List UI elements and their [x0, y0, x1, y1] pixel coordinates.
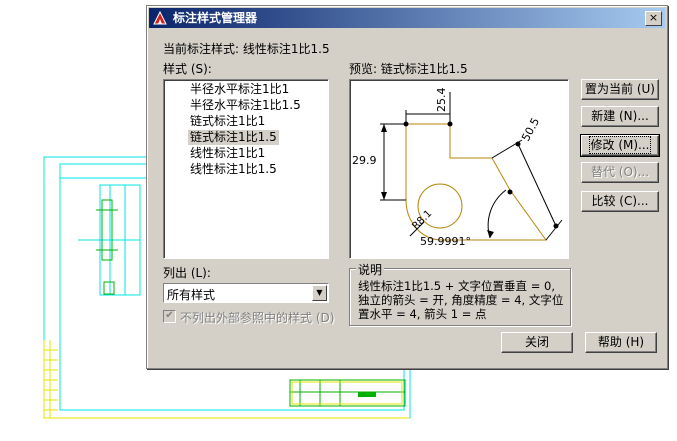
- modify-style-button[interactable]: 修改 (M)...: [580, 134, 660, 157]
- dialog-title: 标注样式管理器: [173, 11, 258, 25]
- style-list-item-selected[interactable]: 链式标注1比1.5: [188, 130, 279, 145]
- current-style-label: 当前标注样式: 线性标注1比1.5: [163, 42, 330, 56]
- list-filter-dropdown[interactable]: 所有样式 ▼: [163, 283, 329, 303]
- styles-label: 样式 (S):: [163, 62, 212, 76]
- close-icon[interactable]: ×: [645, 11, 662, 26]
- set-current-button[interactable]: 置为当前 (U): [581, 79, 659, 100]
- dimension-style-manager-dialog: 标注样式管理器 × 当前标注样式: 线性标注1比1.5 样式 (S): 预览: …: [146, 5, 668, 369]
- preview-label: 预览: 链式标注1比1.5: [349, 62, 468, 76]
- dimension-preview-drawing: 25.4 29.9 50.5 R8.1 59.9991°: [352, 88, 563, 248]
- styles-listbox[interactable]: 半径水平标注1比1 半径水平标注1比1.5 链式标注1比1 链式标注1比1.5 …: [163, 79, 329, 259]
- list-filter-label: 列出 (L):: [163, 266, 211, 280]
- help-button[interactable]: 帮助 (H): [585, 332, 657, 353]
- preview-dim-angle: 59.9991°: [420, 235, 471, 248]
- preview-dim-left: 29.9: [352, 154, 377, 167]
- style-list-item[interactable]: 链式标注1比1: [188, 114, 267, 129]
- preview-dim-radius: R8.1: [410, 208, 434, 232]
- preview-dim-vertical: 25.4: [435, 88, 448, 113]
- style-list-item[interactable]: 半径水平标注1比1: [188, 82, 291, 97]
- style-list-item[interactable]: 线性标注1比1.5: [188, 162, 279, 177]
- description-legend: 说明: [356, 261, 385, 278]
- override-style-button[interactable]: 替代 (O)...: [581, 162, 659, 183]
- description-group: 说明 线性标注1比1.5 + 文字位置垂直 = 0, 独立的箭头 = 开, 角度…: [349, 261, 571, 326]
- style-list-item[interactable]: 半径水平标注1比1.5: [188, 98, 303, 113]
- close-button[interactable]: 关闭: [501, 332, 573, 353]
- list-filter-value: 所有样式: [167, 288, 216, 302]
- description-text: 线性标注1比1.5 + 文字位置垂直 = 0, 独立的箭头 = 开, 角度精度 …: [358, 279, 564, 321]
- autocad-app-icon: [153, 10, 167, 25]
- title-bar[interactable]: 标注样式管理器 ×: [149, 8, 665, 28]
- exclude-xref-checkbox[interactable]: ✔: [163, 310, 176, 323]
- exclude-xref-label: 不列出外部参照中的样式 (D): [180, 311, 335, 325]
- preview-pane: 25.4 29.9 50.5 R8.1 59.9991°: [349, 79, 569, 259]
- compare-styles-button[interactable]: 比较 (C)...: [581, 191, 659, 212]
- style-list-item[interactable]: 线性标注1比1: [188, 146, 267, 161]
- new-style-button[interactable]: 新建 (N)...: [581, 106, 659, 127]
- preview-dim-aligned: 50.5: [519, 116, 542, 144]
- chevron-down-icon[interactable]: ▼: [312, 285, 327, 301]
